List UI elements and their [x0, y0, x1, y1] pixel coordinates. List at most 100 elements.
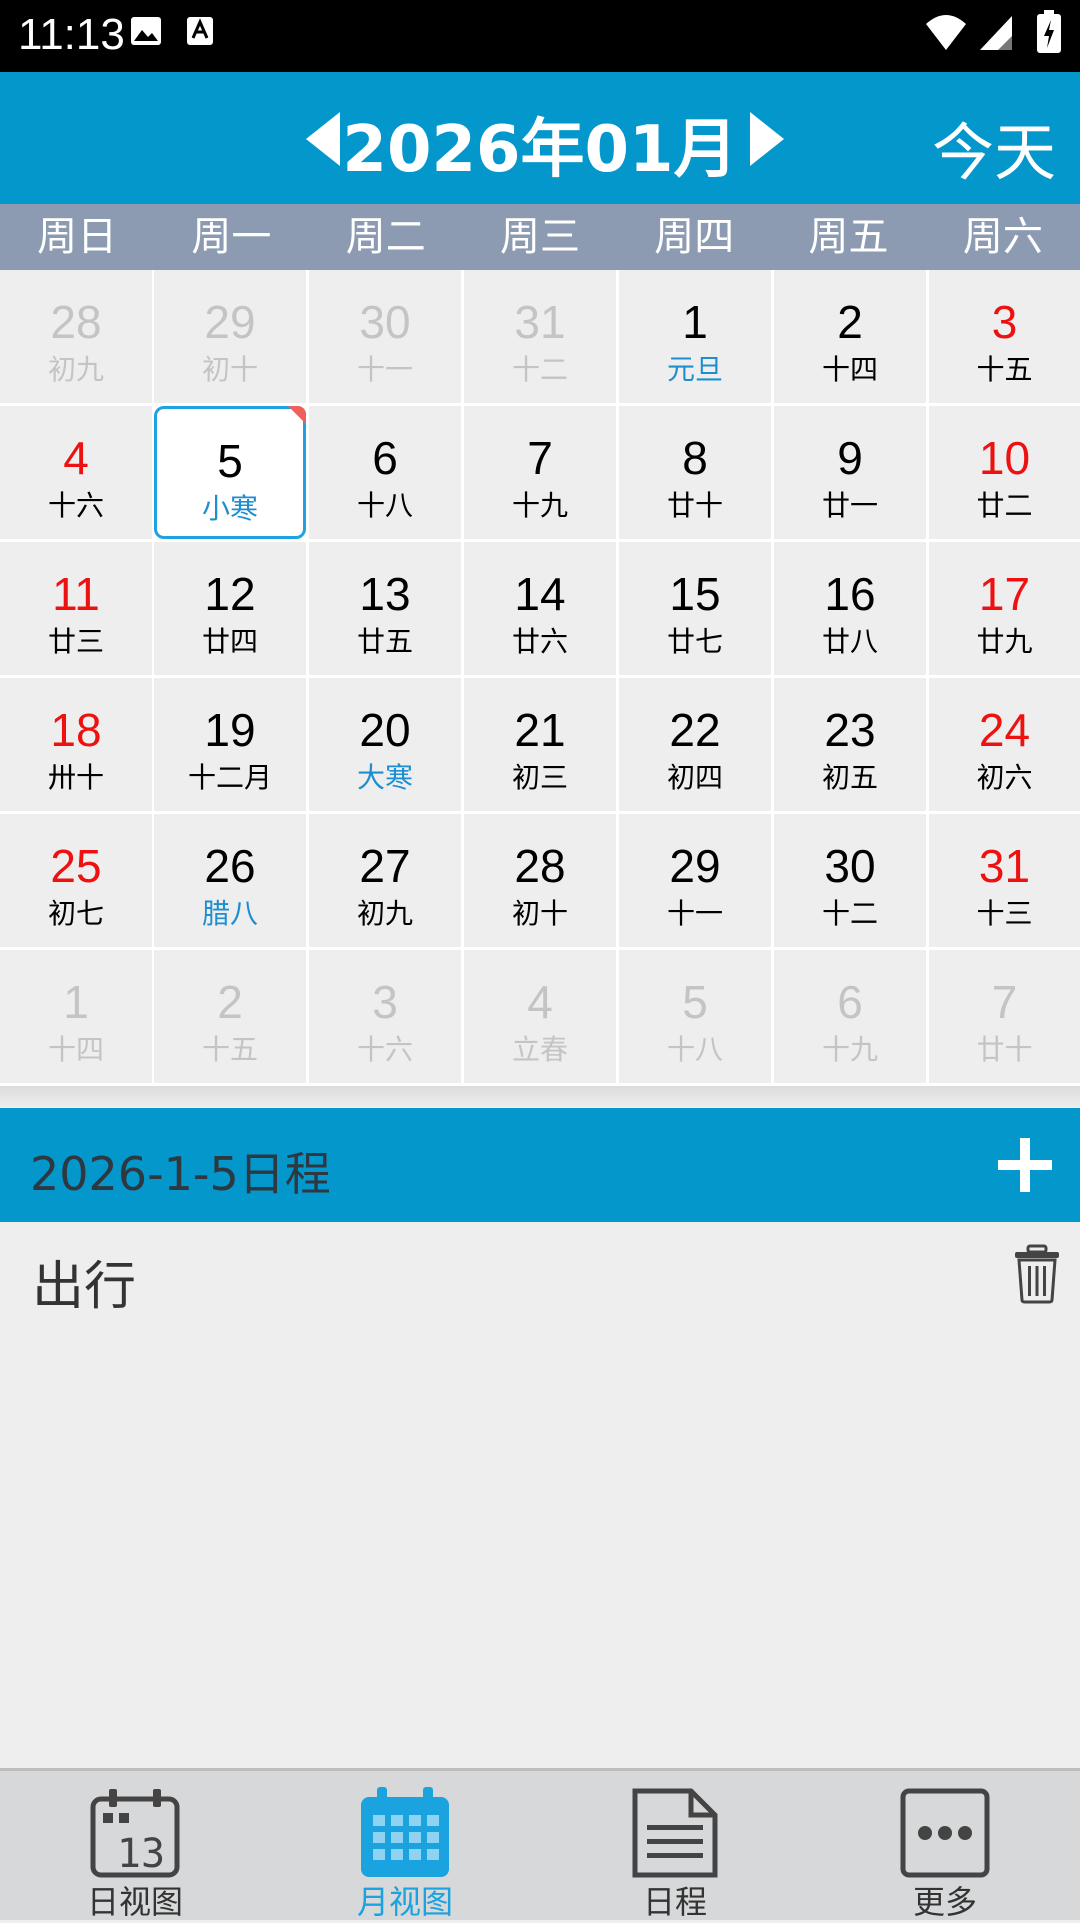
- lunar-date: 十八: [356, 489, 413, 522]
- day-cell[interactable]: 26 腊八: [154, 814, 306, 947]
- day-number: 29: [669, 840, 721, 892]
- lunar-date: 廿七: [666, 625, 723, 658]
- day-cell[interactable]: 19 十二月: [154, 678, 306, 811]
- lunar-date: 十四: [47, 1033, 104, 1066]
- day-number: 7: [527, 432, 553, 484]
- day-cell[interactable]: 3 十五: [929, 270, 1080, 403]
- day-number: 2: [837, 296, 863, 348]
- day-cell[interactable]: 30 十二: [774, 814, 926, 947]
- day-number: 1: [682, 296, 708, 348]
- tab-label: 月视图: [356, 1883, 453, 1921]
- day-cell[interactable]: 24 初六: [929, 678, 1080, 811]
- day-cell[interactable]: 20 大寒: [309, 678, 461, 811]
- day-number: 4: [527, 976, 553, 1028]
- day-cell-selected[interactable]: 5 小寒: [154, 406, 306, 539]
- day-cell[interactable]: 10 廿二: [929, 406, 1080, 539]
- day-cell[interactable]: 31 十三: [929, 814, 1080, 947]
- day-cell[interactable]: 28 初十: [464, 814, 616, 947]
- lunar-date: 十二: [511, 353, 568, 386]
- day-cell[interactable]: 31 十二: [464, 270, 616, 403]
- day-cell[interactable]: 18 卅十: [0, 678, 152, 811]
- day-number: 15: [669, 568, 721, 620]
- tab-day-view[interactable]: 13 日视图: [0, 1771, 270, 1921]
- day-cell[interactable]: 23 初五: [774, 678, 926, 811]
- day-cell[interactable]: 5 十八: [619, 950, 771, 1083]
- day-cell[interactable]: 13 廿五: [309, 542, 461, 675]
- event-marker: [288, 406, 306, 424]
- schedule-icon: [632, 1788, 718, 1878]
- lunar-date: 腊八: [201, 897, 258, 930]
- day-cell[interactable]: 12 廿四: [154, 542, 306, 675]
- day-cell[interactable]: 8 廿十: [619, 406, 771, 539]
- day-number: 13: [359, 568, 411, 620]
- day-cell[interactable]: 4 十六: [0, 406, 152, 539]
- day-cell[interactable]: 7 廿十: [929, 950, 1080, 1083]
- today-button[interactable]: 今天: [932, 102, 1056, 192]
- day-cell[interactable]: 29 初十: [154, 270, 306, 403]
- day-cell[interactable]: 2 十四: [774, 270, 926, 403]
- day-cell[interactable]: 4 立春: [464, 950, 616, 1083]
- day-number: 30: [824, 840, 876, 892]
- day-number: 9: [837, 432, 863, 484]
- tab-more[interactable]: 更多: [810, 1771, 1080, 1921]
- day-cell[interactable]: 22 初四: [619, 678, 771, 811]
- next-month-button[interactable]: [742, 108, 790, 170]
- day-cell[interactable]: 27 初九: [309, 814, 461, 947]
- lunar-date: 廿五: [356, 625, 413, 658]
- lunar-date: 十五: [976, 353, 1033, 386]
- day-cell[interactable]: 2 十五: [154, 950, 306, 1083]
- day-cell[interactable]: 21 初三: [464, 678, 616, 811]
- weekday-label: 周五: [808, 214, 889, 260]
- lunar-date: 廿二: [976, 489, 1033, 522]
- text-notification-icon: [187, 17, 213, 45]
- day-view-icon: 13: [90, 1789, 180, 1878]
- day-cell[interactable]: 16 廿八: [774, 542, 926, 675]
- lunar-date: 元旦: [666, 353, 723, 386]
- day-cell[interactable]: 15 廿七: [619, 542, 771, 675]
- lunar-date: 廿四: [201, 625, 258, 658]
- battery-icon: [1037, 10, 1061, 53]
- day-cell[interactable]: 7 十九: [464, 406, 616, 539]
- day-cell[interactable]: 6 十八: [309, 406, 461, 539]
- day-cell[interactable]: 1 元旦: [619, 270, 771, 403]
- schedule-item[interactable]: 出行: [0, 1222, 1080, 1322]
- weekday-label: 周三: [499, 214, 580, 260]
- day-cell[interactable]: 6 十九: [774, 950, 926, 1083]
- tab-label: 日程: [642, 1883, 707, 1921]
- day-number: 12: [204, 568, 256, 620]
- day-cell[interactable]: 11 廿三: [0, 542, 152, 675]
- lunar-date: 大寒: [356, 761, 413, 794]
- weekday-header: 周日 周一 周二 周三 周四 周五 周六: [0, 204, 1080, 270]
- day-number: 20: [359, 704, 411, 756]
- day-cell[interactable]: 25 初七: [0, 814, 152, 947]
- lunar-date: 廿九: [976, 625, 1033, 658]
- day-cell[interactable]: 17 廿九: [929, 542, 1080, 675]
- day-number: 3: [991, 296, 1018, 348]
- lunar-date: 十六: [356, 1033, 413, 1066]
- day-number: 4: [63, 432, 89, 484]
- day-cell[interactable]: 30 十一: [309, 270, 461, 403]
- day-cell[interactable]: 29 十一: [619, 814, 771, 947]
- day-cell[interactable]: 9 廿一: [774, 406, 926, 539]
- grid-divider: [0, 1086, 1080, 1108]
- day-number: 17: [978, 568, 1031, 620]
- day-cell[interactable]: 1 十四: [0, 950, 152, 1083]
- day-number: 28: [50, 296, 102, 348]
- more-icon: [900, 1788, 990, 1878]
- weekday-label: 周二: [345, 214, 426, 260]
- tab-schedule[interactable]: 日程: [540, 1771, 810, 1921]
- lunar-date: 初九: [47, 353, 104, 386]
- day-cell[interactable]: 14 廿六: [464, 542, 616, 675]
- calendar-grid: 28 初九 29 初十 30 十一 31 十二 1 元旦 2 十四 3 十五 4 十六 5 小寒 6 十八 7 十九 8 廿十…: [0, 270, 1080, 1086]
- day-cell[interactable]: 28 初九: [0, 270, 152, 403]
- delete-icon[interactable]: [1012, 1244, 1062, 1304]
- tab-month-view[interactable]: 月视图: [270, 1771, 540, 1921]
- schedule-item-text: 出行: [32, 1257, 137, 1317]
- day-cell[interactable]: 3 十六: [309, 950, 461, 1083]
- day-number: 23: [824, 704, 876, 756]
- schedule-title: 2026-1-5日程: [30, 1147, 331, 1201]
- lunar-date: 十六: [47, 489, 104, 522]
- day-view-icon-number: 13: [117, 1831, 165, 1877]
- add-schedule-button[interactable]: [996, 1136, 1054, 1194]
- day-number: 2: [217, 976, 243, 1028]
